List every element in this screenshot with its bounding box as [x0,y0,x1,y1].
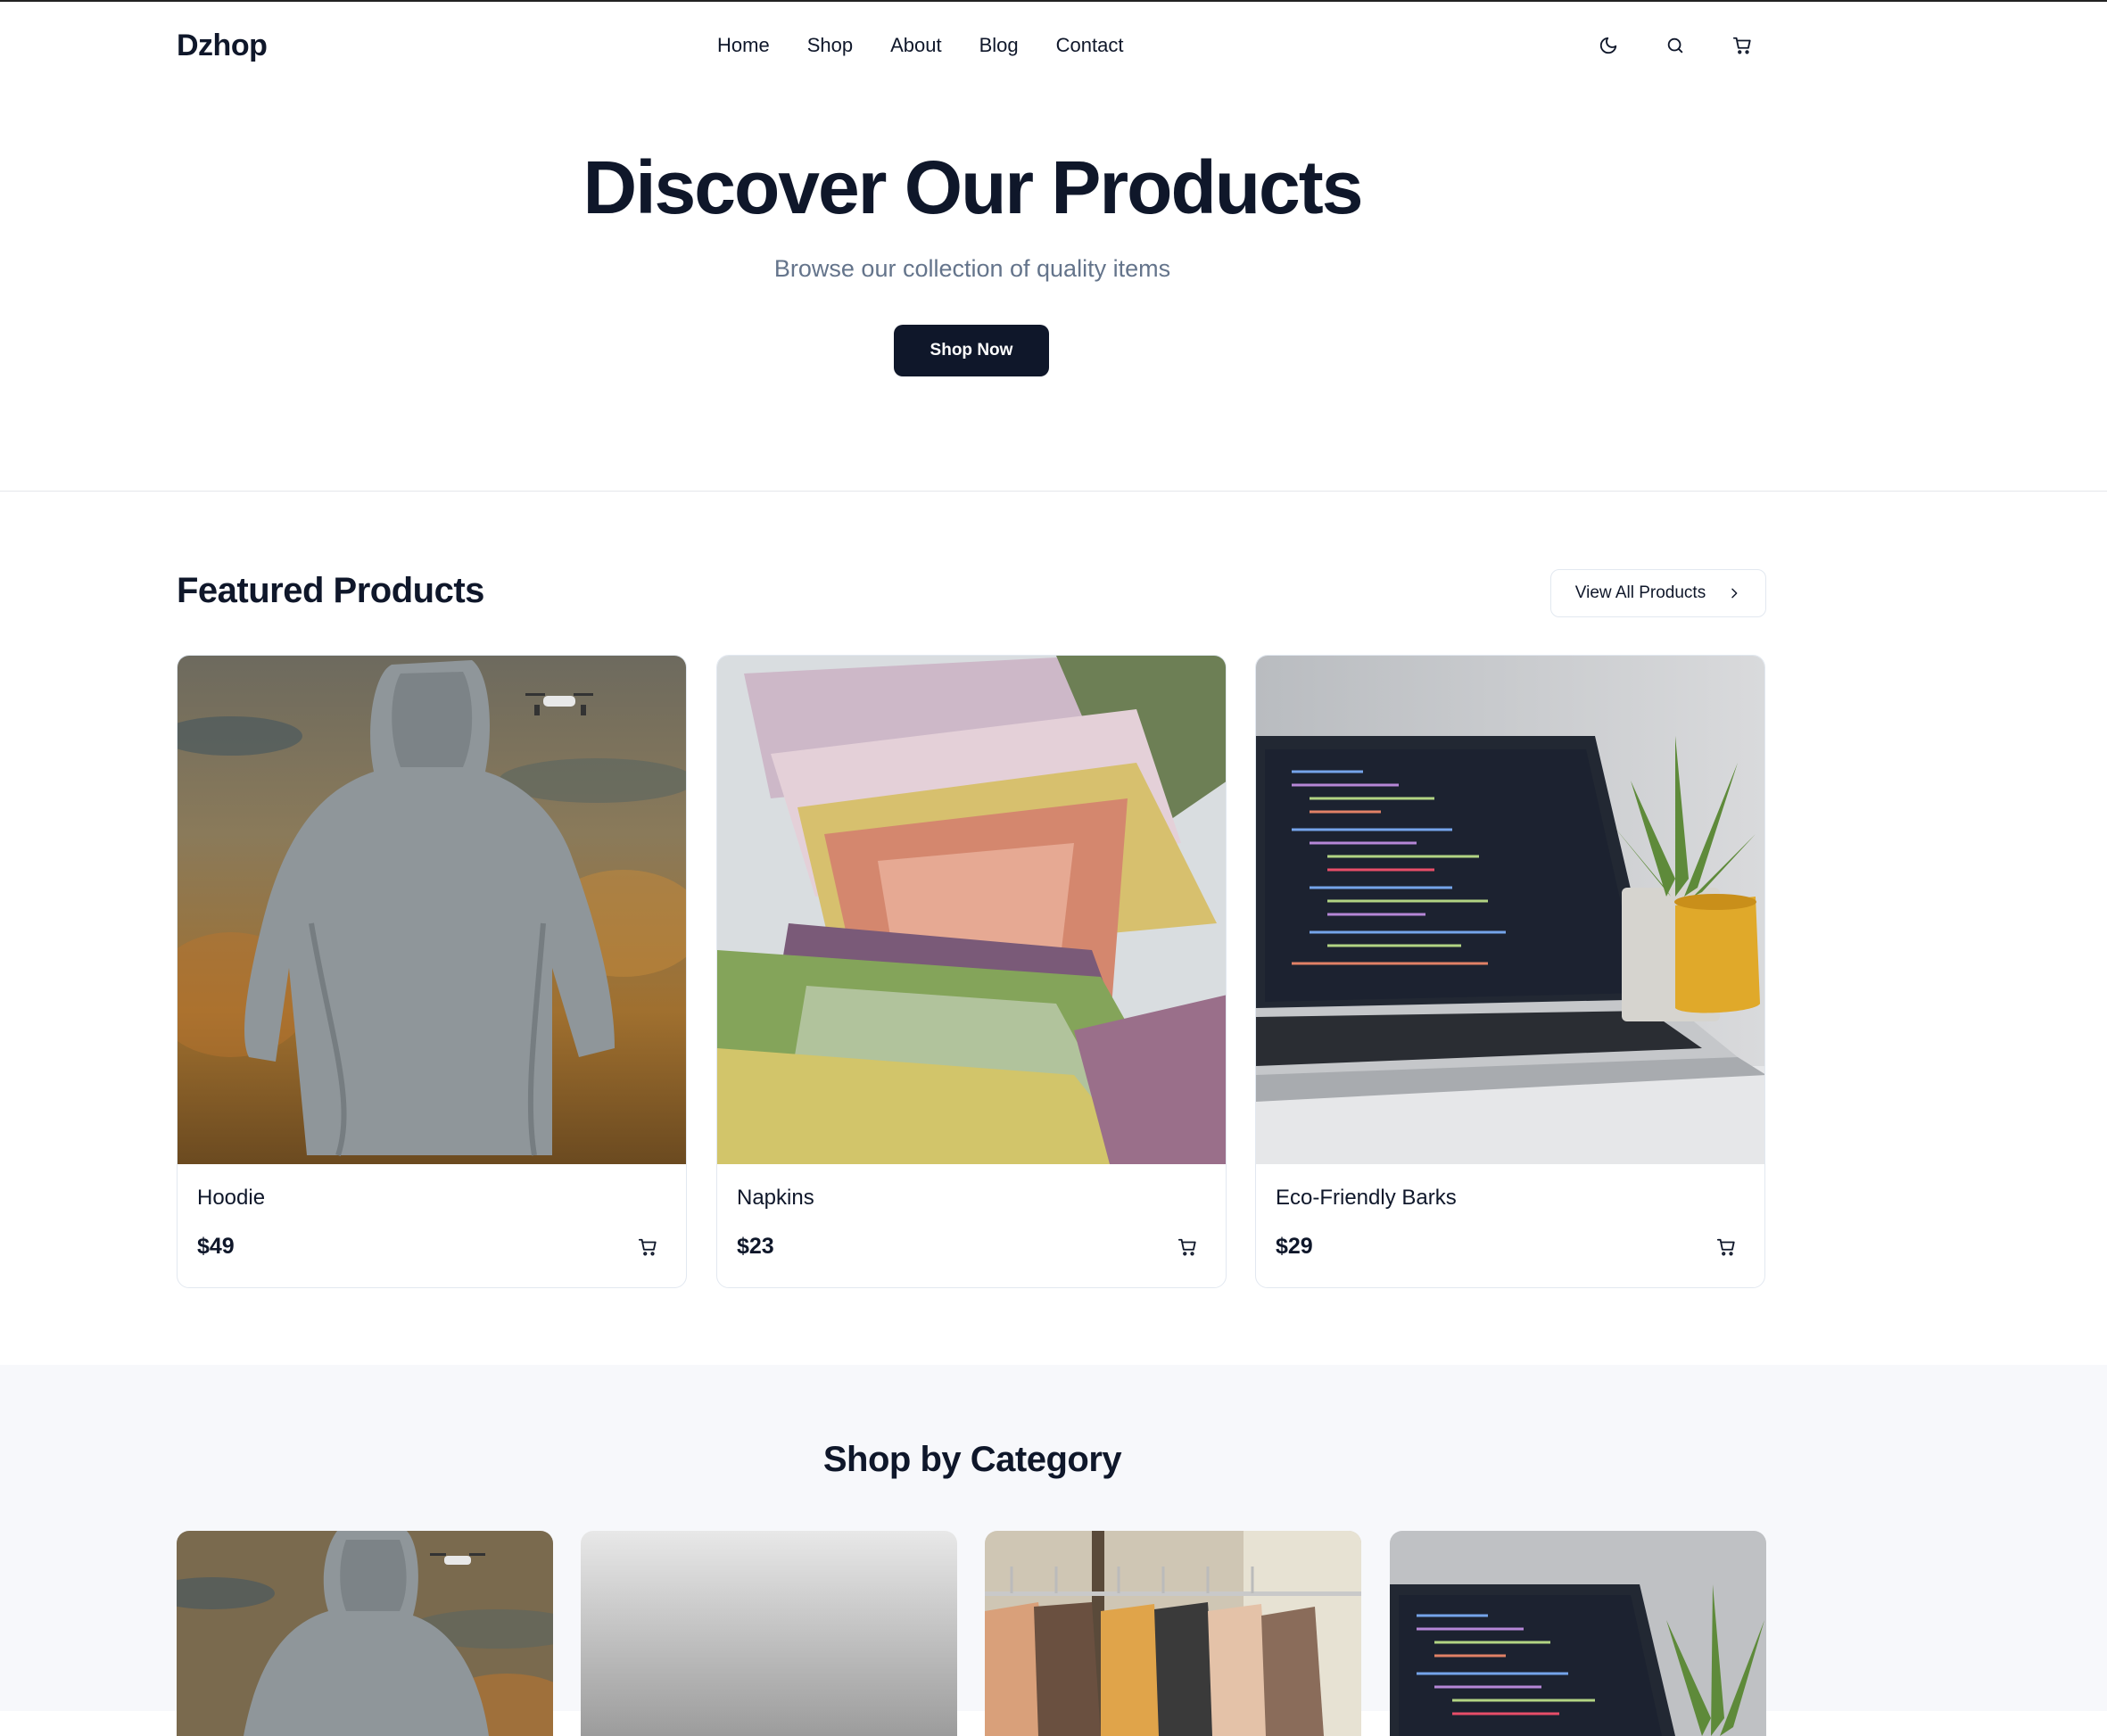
site-header: Dzhop Home Shop About Blog Contact [0,2,2107,87]
section-divider [0,491,2107,492]
category-image [177,1531,553,1736]
add-to-cart-button[interactable] [636,1236,659,1259]
nav-blog[interactable]: Blog [979,34,1019,57]
search-button[interactable] [1662,32,1689,59]
nav-home[interactable]: Home [717,34,770,57]
moon-icon [1599,37,1617,54]
cart-icon [1732,37,1751,54]
nav-shop[interactable]: Shop [807,34,853,57]
product-card-napkins[interactable]: Napkins $23 [716,655,1227,1288]
product-price: $49 [197,1234,235,1259]
product-card-hoodie[interactable]: Hoodie $49 [177,655,687,1288]
category-card-electronics[interactable] [1390,1531,1766,1736]
main-nav: Home Shop About Blog Contact [717,34,1161,57]
category-title: Shop by Category [822,1440,1122,1479]
category-image [581,1531,957,1736]
category-card-apparel[interactable] [985,1531,1361,1736]
add-to-cart-button[interactable] [1715,1236,1738,1259]
product-name[interactable]: Eco-Friendly Barks [1276,1186,1457,1211]
search-icon [1667,37,1683,54]
view-all-products-button[interactable]: View All Products [1550,569,1766,617]
product-price: $29 [1276,1234,1313,1259]
hero-subtitle: Browse our collection of quality items [773,255,1171,282]
theme-toggle-button[interactable] [1595,32,1622,59]
product-price: $23 [737,1234,774,1259]
site-logo[interactable]: Dzhop [177,29,268,63]
product-card-eco-friendly-barks[interactable]: Eco-Friendly Barks $29 [1255,655,1765,1288]
featured-title: Featured Products [177,571,484,610]
product-image-napkins [717,656,1226,1164]
cart-icon [1716,1238,1735,1256]
nav-contact[interactable]: Contact [1056,34,1124,57]
cart-icon [638,1238,657,1256]
add-to-cart-button[interactable] [1176,1236,1199,1259]
shop-now-button[interactable]: Shop Now [894,325,1049,376]
product-name[interactable]: Napkins [737,1186,814,1211]
cart-button[interactable] [1729,32,1756,59]
category-image [985,1531,1361,1736]
product-image-hoodie [178,656,686,1164]
hero-title: Discover Our Products [583,145,1364,229]
product-image-eco-friendly-barks [1256,656,1764,1164]
product-name[interactable]: Hoodie [197,1186,265,1211]
category-image [1390,1531,1766,1736]
chevron-right-icon [1731,588,1738,599]
nav-about[interactable]: About [890,34,942,57]
category-card-accessories[interactable] [581,1531,957,1736]
view-all-label: View All Products [1574,583,1706,602]
cart-icon [1177,1238,1196,1256]
category-card-clothing[interactable] [177,1531,553,1736]
